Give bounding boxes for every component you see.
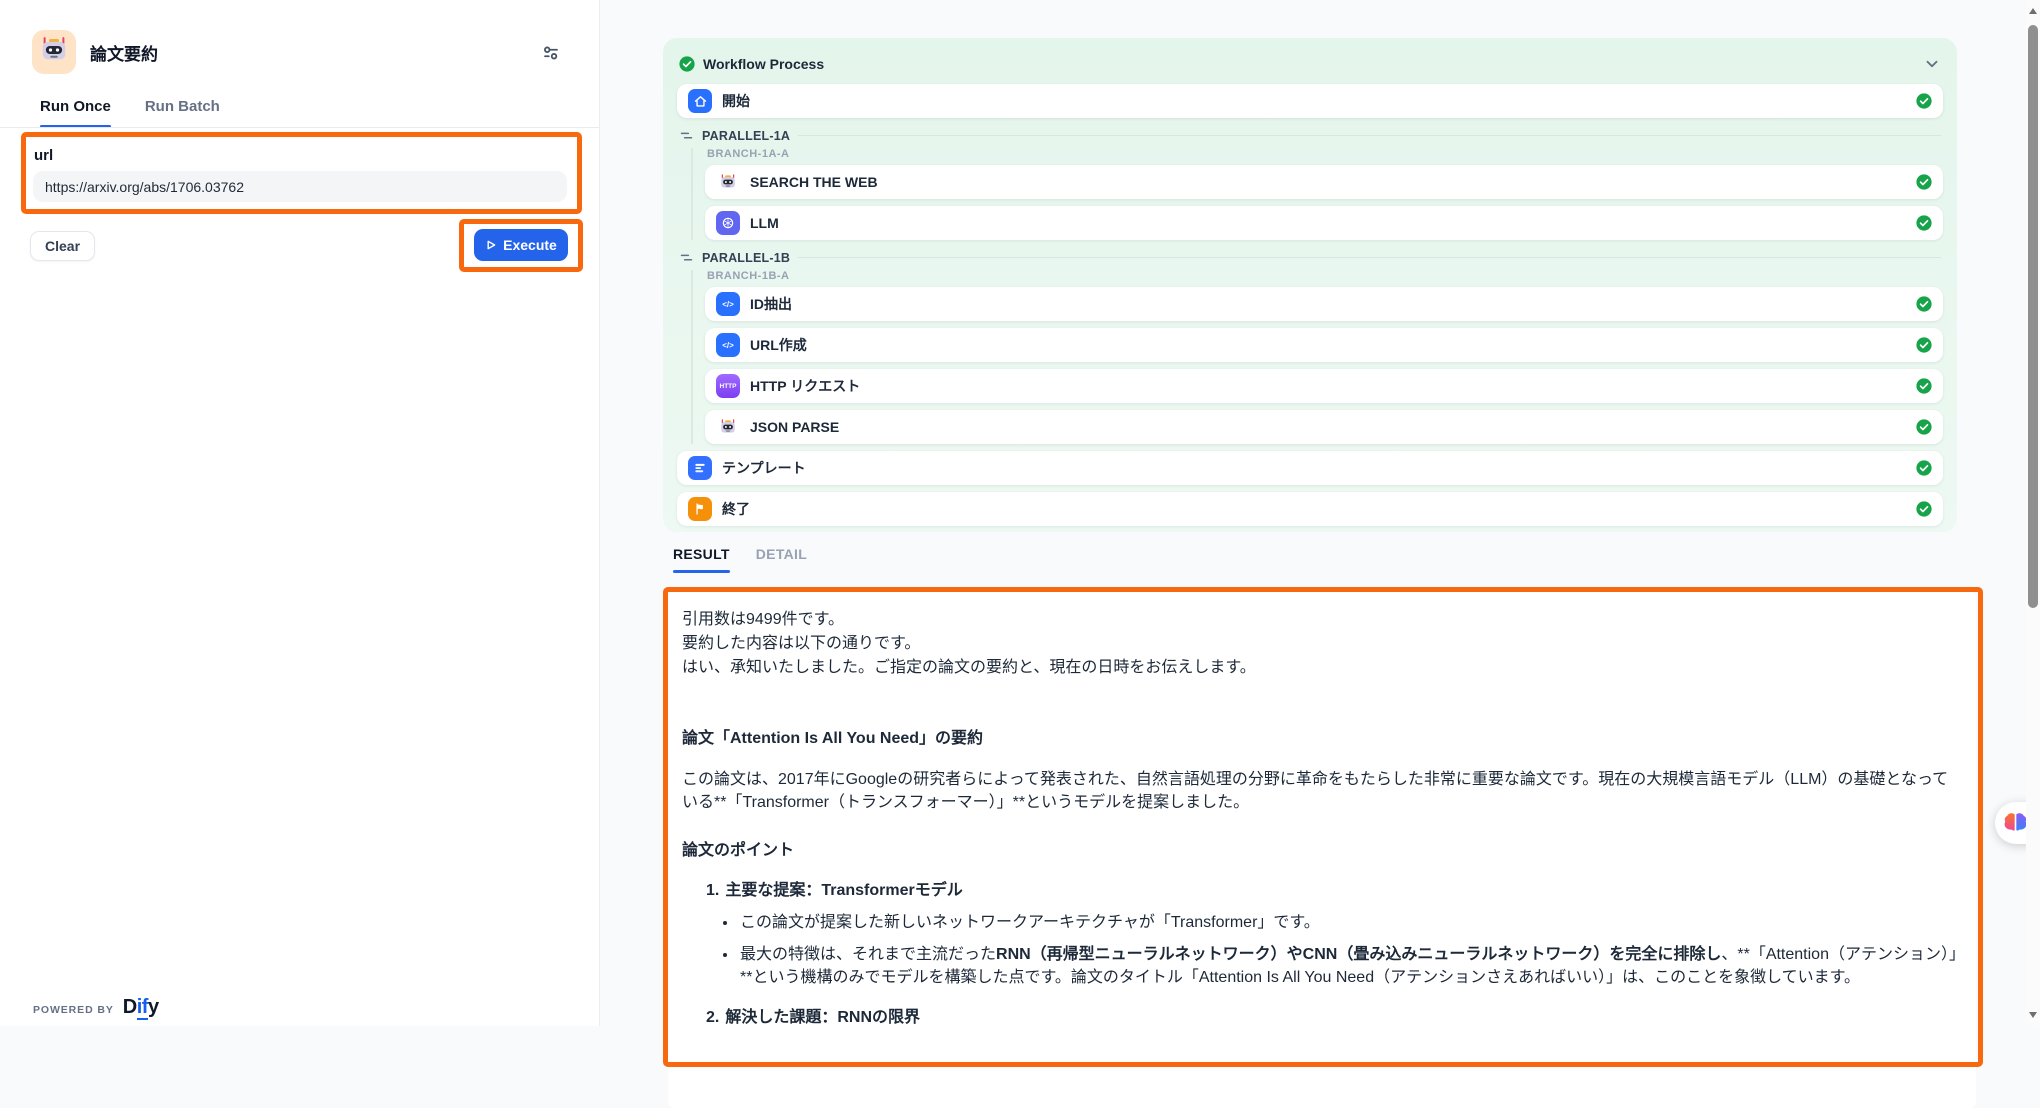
success-check-icon xyxy=(1916,174,1932,190)
success-check-icon xyxy=(1916,337,1932,353)
scrollbar-thumb[interactable] xyxy=(2028,25,2038,608)
run-panel: 論文要約 Run Once Run Batch url Clear Execut… xyxy=(0,0,600,1026)
result-block: この論文が提案した新しいネットワークアーキテクチャが「Transformer」で… xyxy=(682,911,1960,934)
parallel-group-header: PARALLEL-1B xyxy=(679,250,1941,265)
result-block: この論文は、2017年にGoogleの研究者らによって発表された、自然言語処理の… xyxy=(682,768,1960,814)
list-number: 2. xyxy=(706,1009,719,1026)
result-block: 1.主要な提案：Transformerモデル xyxy=(706,879,1960,902)
parallel-group-header: PARALLEL-1A xyxy=(679,128,1941,143)
result-block: 引用数は9499件です。 xyxy=(682,608,1960,631)
result-block: はい、承知いたしました。ご指定の論文の要約と、現在の日時をお伝えします。 xyxy=(682,656,1960,679)
app-title: 論文要約 xyxy=(90,40,158,65)
workflow-node[interactable]: JSON PARSE xyxy=(705,410,1943,444)
workflow-node-label: LLM xyxy=(750,215,779,231)
scrollbar[interactable] xyxy=(2026,0,2040,1026)
url-input[interactable] xyxy=(33,171,567,202)
app-icon xyxy=(32,30,76,74)
workflow-node[interactable]: HTTP HTTP リクエスト xyxy=(705,369,1943,403)
result-text: 引用数は9499件です。要約した内容は以下の通りです。はい、承知いたしました。ご… xyxy=(682,608,1960,1029)
brain-icon xyxy=(2003,812,2028,835)
home-icon xyxy=(688,89,712,113)
success-check-icon xyxy=(1916,215,1932,231)
llm-icon xyxy=(716,211,740,235)
success-check-icon xyxy=(1916,419,1932,435)
url-field-label: url xyxy=(34,147,53,164)
result-block: 要約した内容は以下の通りです。 xyxy=(682,632,1960,655)
parallel-group-label: PARALLEL-1A xyxy=(702,129,790,143)
code-icon: </> xyxy=(716,292,740,316)
workflow-process-title: Workflow Process xyxy=(703,56,824,72)
workflow-node-label: JSON PARSE xyxy=(750,419,839,435)
parallel-icon xyxy=(679,128,694,143)
chevron-down-icon[interactable] xyxy=(1923,55,1941,73)
workflow-node-label: HTTP リクエスト xyxy=(750,376,860,396)
success-check-icon xyxy=(1916,378,1932,394)
success-check-icon xyxy=(1916,501,1932,517)
workflow-node[interactable]: LLM xyxy=(705,206,1943,240)
workflow-node-label: SEARCH THE WEB xyxy=(750,174,878,190)
tab-detail[interactable]: DETAIL xyxy=(756,546,807,573)
footer: POWERED BY Dify xyxy=(33,996,159,1019)
workflow-node[interactable]: </> URL作成 xyxy=(705,328,1943,362)
success-check-icon xyxy=(1916,460,1932,476)
code-icon: </> xyxy=(716,333,740,357)
parallel-icon xyxy=(679,250,694,265)
branch-label: BRANCH-1A-A xyxy=(707,148,1943,160)
tab-run-batch[interactable]: Run Batch xyxy=(145,98,220,127)
workflow-node-label: URL作成 xyxy=(750,335,807,355)
workflow-node[interactable]: SEARCH THE WEB xyxy=(705,165,1943,199)
screen: 論文要約 Run Once Run Batch url Clear Execut… xyxy=(0,0,2040,1026)
workflow-node[interactable]: テンプレート xyxy=(677,451,1943,485)
tab-run-once[interactable]: Run Once xyxy=(40,98,111,127)
workflow-node-list: 開始 PARALLEL-1A BRANCH-1A-A SEARCH THE WEB LL… xyxy=(677,84,1943,526)
scrollbar-down-arrow[interactable] xyxy=(2029,1012,2037,1018)
http-icon: HTTP xyxy=(716,374,740,398)
result-block: 論文「Attention Is All You Need」の要約 xyxy=(682,727,1960,750)
branch-group: BRANCH-1B-A </> ID抽出 </> URL作成 HTTP HTTP リクエスト… xyxy=(691,270,1943,444)
result-panel: 引用数は9499件です。要約した内容は以下の通りです。はい、承知いたしました。ご… xyxy=(668,592,1976,1108)
workflow-node[interactable]: </> ID抽出 xyxy=(705,287,1943,321)
branch-group: BRANCH-1A-A SEARCH THE WEB LLM xyxy=(691,148,1943,240)
result-block: 論文のポイント xyxy=(682,839,1960,862)
parallel-divider-line xyxy=(798,135,1941,136)
branch-label: BRANCH-1B-A xyxy=(707,270,1943,282)
scrollbar-up-arrow[interactable] xyxy=(2029,8,2037,14)
execute-button[interactable]: Execute xyxy=(474,229,568,261)
app-header: 論文要約 xyxy=(32,30,158,74)
robot-icon xyxy=(39,35,69,70)
play-icon xyxy=(485,239,497,251)
success-check-icon xyxy=(1916,93,1932,109)
workflow-node-label: 終了 xyxy=(722,499,750,519)
workflow-process-header[interactable]: Workflow Process xyxy=(679,52,1941,76)
robot-icon xyxy=(716,415,740,439)
tabs-divider xyxy=(0,127,599,128)
list-number: 1. xyxy=(706,882,719,899)
workflow-process-panel: Workflow Process 開始 PARALLEL-1A BRANCH-1A-… xyxy=(663,38,1957,532)
end-icon xyxy=(688,497,712,521)
result-tabs: RESULT DETAIL xyxy=(673,546,807,573)
powered-by-label: POWERED BY xyxy=(33,1004,114,1016)
execute-button-label: Execute xyxy=(503,237,557,253)
parallel-group-label: PARALLEL-1B xyxy=(702,251,790,265)
run-tabs: Run Once Run Batch xyxy=(40,98,220,127)
workflow-node[interactable]: 終了 xyxy=(677,492,1943,526)
clear-button[interactable]: Clear xyxy=(30,231,95,261)
template-icon xyxy=(688,456,712,480)
dify-logo[interactable]: Dify xyxy=(123,996,159,1019)
success-check-icon xyxy=(679,56,695,72)
workflow-node-label: 開始 xyxy=(722,91,750,111)
workflow-node[interactable]: 開始 xyxy=(677,84,1943,118)
robot-icon xyxy=(716,170,740,194)
result-block: 最大の特徴は、それまで主流だったRNN（再帰型ニューラルネットワーク）やCNN（… xyxy=(682,943,1960,989)
tab-result[interactable]: RESULT xyxy=(673,546,730,573)
workflow-node-label: ID抽出 xyxy=(750,294,792,314)
settings-sliders-icon[interactable] xyxy=(536,38,566,68)
parallel-divider-line xyxy=(798,257,1941,258)
workflow-node-label: テンプレート xyxy=(722,458,806,478)
success-check-icon xyxy=(1916,296,1932,312)
